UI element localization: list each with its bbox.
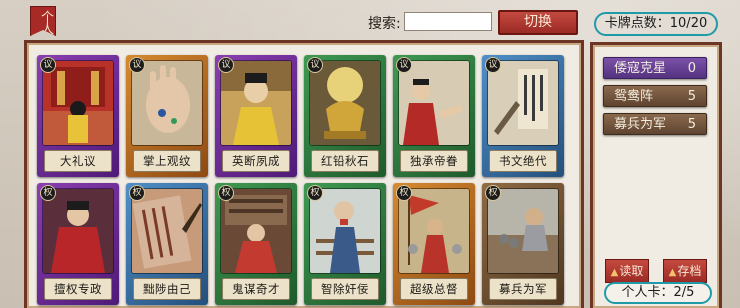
- card-name: 红铅秋石: [311, 150, 379, 172]
- card-art: [398, 188, 470, 274]
- card-name: 擅权专政: [44, 278, 112, 300]
- card-type-icon: 议: [218, 57, 234, 73]
- card-da-li-yi[interactable]: 议 大礼议: [37, 55, 119, 177]
- card-type-icon: 议: [40, 57, 56, 73]
- card-art: [309, 60, 381, 146]
- card-type-icon: 议: [396, 57, 412, 73]
- card-type-icon: 权: [485, 185, 501, 201]
- deck-item-name: 鸳鸯阵: [614, 89, 654, 104]
- card-grid: 议 大礼议 议 掌上观纹 议 英断夙成 议 红铅秋石 议 独承帝眷 议 书文绝代…: [35, 53, 571, 308]
- card-type-icon: 权: [307, 185, 323, 201]
- save-button[interactable]: ▲存档: [663, 259, 707, 283]
- card-art: [42, 188, 114, 274]
- card-art: [131, 60, 203, 146]
- card-type-icon: 议: [129, 57, 145, 73]
- deck-item-name: 倭寇克星: [614, 61, 667, 76]
- card-name: 超级总督: [400, 278, 468, 300]
- deck-item-count: 5: [687, 117, 696, 132]
- card-name: 黜陟由己: [133, 278, 201, 300]
- card-art: [487, 60, 559, 146]
- card-art: [398, 60, 470, 146]
- card-art: [131, 188, 203, 274]
- card-ying-duan-su-cheng[interactable]: 议 英断夙成: [215, 55, 297, 177]
- deck-item-count: 0: [687, 61, 696, 76]
- card-name: 独承帝眷: [400, 150, 468, 172]
- card-name: 大礼议: [44, 150, 112, 172]
- card-type-icon: 议: [485, 57, 501, 73]
- deck-item[interactable]: 鸳鸯阵 5: [603, 85, 707, 107]
- deck-item-name: 募兵为军: [614, 117, 667, 132]
- card-art: [220, 188, 292, 274]
- card-mu-bing-wei-jun[interactable]: 权 募兵为军: [482, 183, 564, 305]
- card-name: 英断夙成: [222, 150, 290, 172]
- search-label: 搜索:: [368, 16, 401, 32]
- card-collection-panel: 议 大礼议 议 掌上观纹 议 英断夙成 议 红铅秋石 议 独承帝眷 议 书文绝代…: [24, 40, 584, 308]
- card-chao-ji-zong-du[interactable]: 权 超级总督: [393, 183, 475, 305]
- card-hong-qian-qiu-shi[interactable]: 议 红铅秋石: [304, 55, 386, 177]
- personal-cards-counter: 个人卡：2/5: [604, 282, 712, 304]
- card-gui-mou-qi-cai[interactable]: 权 鬼谋奇才: [215, 183, 297, 305]
- card-type-icon: 议: [307, 57, 323, 73]
- card-art: [220, 60, 292, 146]
- deck-item[interactable]: 募兵为军 5: [603, 113, 707, 135]
- card-name: 智除奸佞: [311, 278, 379, 300]
- card-name: 鬼谋奇才: [222, 278, 290, 300]
- card-chu-zhi-you-ji[interactable]: 权 黜陟由己: [126, 183, 208, 305]
- deck-item-count: 5: [687, 89, 696, 104]
- search-input[interactable]: [404, 12, 492, 31]
- card-type-icon: 权: [40, 185, 56, 201]
- card-zhang-shang-guan-wen[interactable]: 议 掌上观纹: [126, 55, 208, 177]
- card-art: [487, 188, 559, 274]
- card-art: [309, 188, 381, 274]
- deck-item[interactable]: 倭寇克星 0: [603, 57, 707, 79]
- card-name: 募兵为军: [489, 278, 557, 300]
- card-type-icon: 权: [396, 185, 412, 201]
- card-art: [42, 60, 114, 146]
- card-type-icon: 权: [218, 185, 234, 201]
- card-points-counter: 卡牌点数：10/20: [594, 12, 718, 36]
- switch-button[interactable]: 切换: [498, 10, 578, 35]
- card-type-icon: 权: [129, 185, 145, 201]
- load-icon: ▲: [610, 267, 619, 278]
- load-button[interactable]: ▲读取: [605, 259, 649, 283]
- card-name: 书文绝代: [489, 150, 557, 172]
- card-name: 掌上观纹: [133, 150, 201, 172]
- card-shu-wen-jue-dai[interactable]: 议 书文绝代: [482, 55, 564, 177]
- card-du-cheng-di-juan[interactable]: 议 独承帝眷: [393, 55, 475, 177]
- card-shan-quan-zhuan-zheng[interactable]: 权 擅权专政: [37, 183, 119, 305]
- save-icon: ▲: [668, 267, 677, 278]
- card-zhi-chu-jian-ning[interactable]: 权 智除奸佞: [304, 183, 386, 305]
- deck-panel: 倭寇克星 0 鸳鸯阵 5 募兵为军 5 ▲读取 ▲存档: [590, 42, 722, 308]
